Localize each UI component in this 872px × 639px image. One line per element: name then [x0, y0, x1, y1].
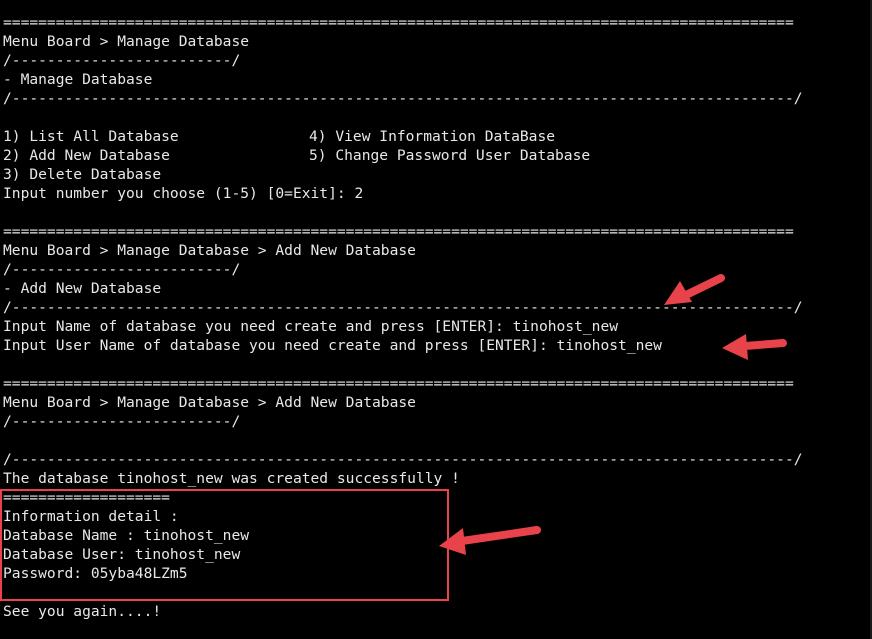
sub-rule: /-------------------------/ [3, 413, 241, 430]
input-db-name-line: Input Name of database you need create a… [3, 318, 619, 335]
breadcrumb: Menu Board > Manage Database [3, 33, 250, 50]
menu-option-change-password: 5) Change Password User Database [309, 147, 591, 164]
long-rule: /---------------------------------------… [3, 451, 803, 468]
separator-rule: ========================================… [3, 223, 794, 240]
terminal-window[interactable]: ========================================… [0, 0, 872, 639]
breadcrumb: Menu Board > Manage Database > Add New D… [3, 394, 416, 411]
menu-option-add-new: 2) Add New Database [3, 147, 170, 164]
breadcrumb: Menu Board > Manage Database > Add New D… [3, 242, 416, 259]
arrow-icon [722, 334, 787, 360]
goodbye-message: See you again....! [3, 603, 162, 620]
sub-rule: /-------------------------/ [3, 261, 241, 278]
choice-prompt: Input number you choose (1-5) [0=Exit]: … [3, 185, 364, 202]
detail-password: Password: 05yba48LZm5 [3, 565, 188, 582]
section-heading: - Add New Database [3, 280, 162, 297]
section-heading: - Manage Database [3, 71, 153, 88]
detail-heading: Information detail : [3, 508, 179, 525]
success-message: The database tinohost_new was created su… [3, 470, 460, 487]
detail-rule: =================== [3, 489, 170, 506]
sub-rule: /-------------------------/ [3, 52, 241, 69]
menu-option-list-all: 1) List All Database [3, 128, 179, 145]
detail-db-name: Database Name : tinohost_new [3, 527, 250, 544]
input-user-name-line: Input User Name of database you need cre… [3, 337, 662, 354]
long-rule: /---------------------------------------… [3, 90, 803, 107]
long-rule: /---------------------------------------… [3, 299, 803, 316]
arrow-icon [439, 526, 541, 555]
separator-rule: ========================================… [3, 375, 794, 392]
menu-option-delete: 3) Delete Database [3, 166, 162, 183]
separator-rule: ========================================… [3, 14, 794, 31]
menu-option-view-info: 4) View Information DataBase [309, 128, 556, 145]
detail-db-user: Database User: tinohost_new [3, 546, 241, 563]
